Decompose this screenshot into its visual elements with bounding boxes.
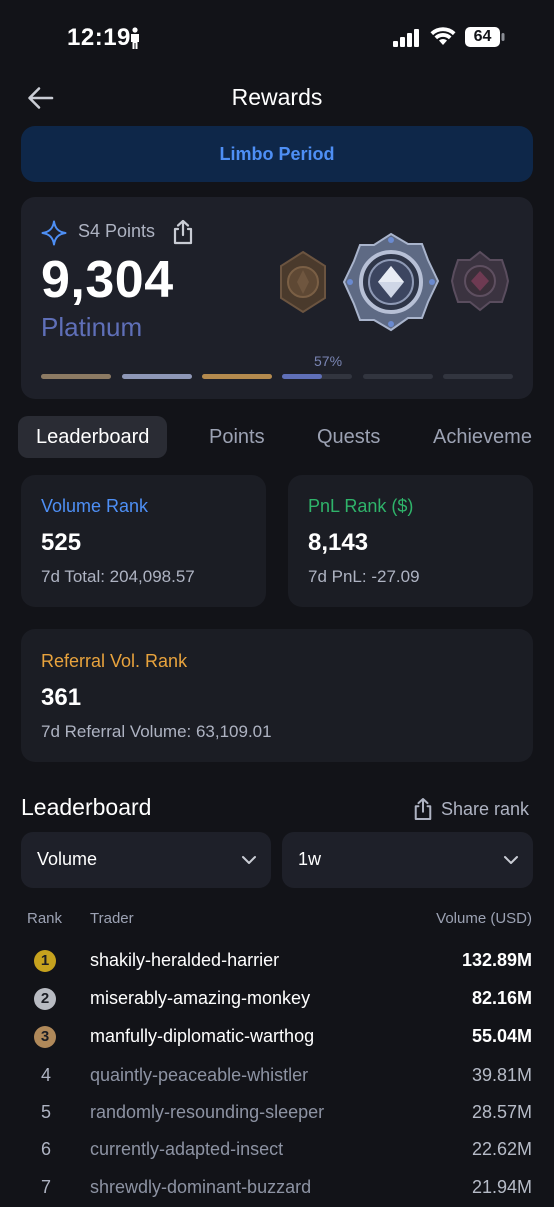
tab-quests[interactable]: Quests <box>317 416 380 458</box>
table-row[interactable]: 6 currently-adapted-insect 22.62M <box>0 1131 554 1169</box>
chevron-down-icon <box>242 856 256 864</box>
rank-number: 6 <box>40 1139 51 1159</box>
trader-volume: 28.57M <box>471 1102 532 1122</box>
volume-rank-value: 525 <box>41 529 82 556</box>
table-row[interactable]: 7 shrewdly-dominant-buzzard 21.94M <box>0 1169 554 1207</box>
cellular-signal-icon <box>393 29 419 47</box>
wifi-icon <box>430 27 456 45</box>
battery-level: 64 <box>473 28 492 45</box>
tier-progress-fill <box>282 374 322 379</box>
trader-volume: 132.89M <box>461 950 532 970</box>
trader-name: shrewdly-dominant-buzzard <box>90 1177 312 1197</box>
season-points-label: S4 Points <box>78 221 156 241</box>
table-row[interactable]: 1 shakily-heralded-harrier 132.89M <box>0 942 554 980</box>
tier-progress-segment <box>443 374 513 379</box>
rank-number: 4 <box>40 1065 51 1085</box>
tier-progress-fill <box>122 374 192 379</box>
rank-medal: 1 <box>34 950 56 972</box>
tab-points[interactable]: Points <box>209 416 265 458</box>
battery-indicator: 64 <box>465 27 505 47</box>
referral-rank-card: Referral Vol. Rank 361 7d Referral Volum… <box>21 629 533 762</box>
rank-number: 7 <box>40 1177 51 1197</box>
rank-medal: 3 <box>34 1026 56 1048</box>
trader-volume: 55.04M <box>471 1026 532 1046</box>
column-header-rank: Rank <box>27 910 63 927</box>
sparkle-icon <box>41 220 67 246</box>
volume-rank-card: Volume Rank 525 7d Total: 204,098.57 <box>21 475 266 607</box>
share-icon[interactable] <box>172 219 194 245</box>
share-rank-label: Share rank <box>441 798 530 819</box>
table-row[interactable]: 2 miserably-amazing-monkey 82.16M <box>0 980 554 1018</box>
metric-select-value: Volume <box>37 849 98 869</box>
pnl-rank-card: PnL Rank ($) 8,143 7d PnL: -27.09 <box>288 475 533 607</box>
trader-name: manfully-diplomatic-warthog <box>90 1026 315 1046</box>
trader-volume: 21.94M <box>471 1177 532 1197</box>
bronze-tier-badge-icon <box>280 250 326 314</box>
chevron-down-icon <box>504 856 518 864</box>
tier-progress-segment <box>202 374 272 379</box>
share-rank-button[interactable]: Share rank <box>413 797 529 821</box>
table-row[interactable]: 4 quaintly-peaceable-whistler 39.81M <box>0 1057 554 1095</box>
page-title: Rewards <box>231 84 323 110</box>
status-time: 12:19 <box>67 24 131 51</box>
table-row[interactable]: 5 randomly-resounding-sleeper 28.57M <box>0 1094 554 1132</box>
trader-volume: 22.62M <box>471 1139 532 1159</box>
share-icon <box>414 798 432 820</box>
period-select-value: 1w <box>298 849 322 869</box>
referral-rank-title: Referral Vol. Rank <box>41 651 188 671</box>
points-value: 9,304 <box>41 251 174 309</box>
tier-progress-segment <box>363 374 433 379</box>
tier-progress-segment <box>282 374 352 379</box>
tier-progress-fill <box>202 374 272 379</box>
period-select[interactable]: 1w <box>282 832 533 888</box>
rank-medal: 2 <box>34 988 56 1010</box>
limbo-period-banner[interactable]: Limbo Period <box>21 126 533 182</box>
tier-progress-fill <box>41 374 111 379</box>
trader-name: quaintly-peaceable-whistler <box>90 1065 309 1085</box>
tier-progress-segment <box>41 374 111 379</box>
pnl-total: 7d PnL: -27.09 <box>308 567 420 586</box>
tier-progress-segment <box>122 374 192 379</box>
tab-achievements[interactable]: Achieveme <box>433 416 536 458</box>
trader-volume: 82.16M <box>471 988 532 1008</box>
column-header-volume: Volume (USD) <box>436 910 532 927</box>
volume-total: 7d Total: 204,098.57 <box>41 567 195 586</box>
pnl-rank-value: 8,143 <box>308 529 369 556</box>
trader-volume: 39.81M <box>471 1065 532 1085</box>
diamond-tier-badge-icon <box>450 250 510 312</box>
tier-label: Platinum <box>41 312 143 342</box>
trader-name: randomly-resounding-sleeper <box>90 1102 325 1122</box>
platinum-tier-badge-icon <box>342 232 440 332</box>
trader-name: miserably-amazing-monkey <box>90 988 311 1008</box>
table-row[interactable]: 3 manfully-diplomatic-warthog 55.04M <box>0 1018 554 1056</box>
pnl-rank-title: PnL Rank ($) <box>308 496 414 516</box>
tab-leaderboard[interactable]: Leaderboard <box>18 416 168 458</box>
person-icon <box>131 27 139 49</box>
referral-volume: 7d Referral Volume: 63,109.01 <box>41 722 272 741</box>
rank-number: 5 <box>40 1102 51 1122</box>
trader-name: currently-adapted-insect <box>90 1139 284 1159</box>
metric-select[interactable]: Volume <box>21 832 271 888</box>
column-header-trader: Trader <box>90 910 134 927</box>
referral-rank-value: 361 <box>41 684 82 711</box>
progress-percent: 57% <box>314 353 343 369</box>
leaderboard-title: Leaderboard <box>21 794 152 820</box>
volume-rank-title: Volume Rank <box>41 496 149 516</box>
trader-name: shakily-heralded-harrier <box>90 950 280 970</box>
banner-label: Limbo Period <box>219 143 335 164</box>
